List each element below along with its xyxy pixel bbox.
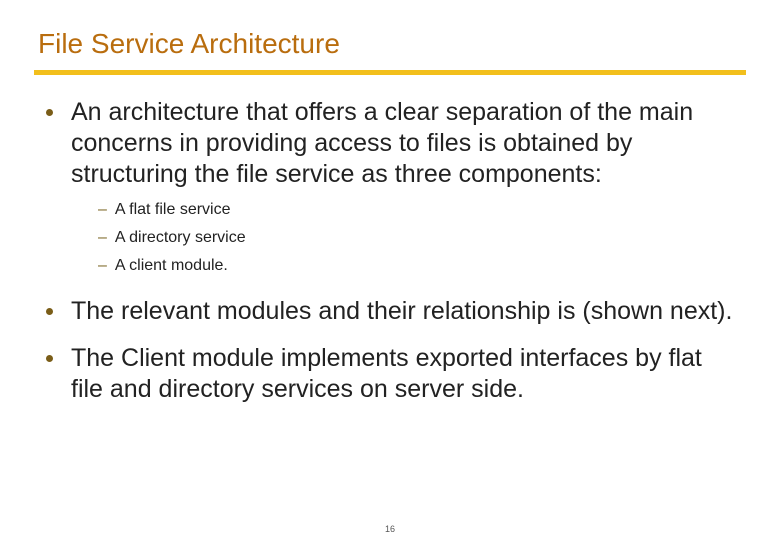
bullet-item: An architecture that offers a clear sepa…: [40, 97, 740, 190]
sub-item: – A flat file service: [98, 198, 740, 222]
slide-title: File Service Architecture: [38, 28, 740, 60]
bullet-text: The Client module implements exported in…: [71, 343, 740, 405]
sub-text: A directory service: [115, 226, 246, 250]
page-number: 16: [385, 524, 395, 534]
dash-icon: –: [98, 254, 107, 278]
sub-text: A client module.: [115, 254, 228, 278]
sub-item: – A client module.: [98, 254, 740, 278]
sub-item: – A directory service: [98, 226, 740, 250]
bullet-item: The Client module implements exported in…: [40, 343, 740, 405]
bullet-icon: [46, 308, 53, 315]
dash-icon: –: [98, 226, 107, 250]
bullet-icon: [46, 355, 53, 362]
dash-icon: –: [98, 198, 107, 222]
bullet-text: The relevant modules and their relations…: [71, 296, 732, 327]
bullet-icon: [46, 109, 53, 116]
bullet-item: The relevant modules and their relations…: [40, 296, 740, 327]
slide: File Service Architecture An architectur…: [0, 0, 780, 540]
slide-content: An architecture that offers a clear sepa…: [40, 97, 740, 405]
title-divider: [34, 70, 746, 75]
sub-list: – A flat file service – A directory serv…: [98, 198, 740, 278]
sub-text: A flat file service: [115, 198, 231, 222]
bullet-text: An architecture that offers a clear sepa…: [71, 97, 740, 190]
